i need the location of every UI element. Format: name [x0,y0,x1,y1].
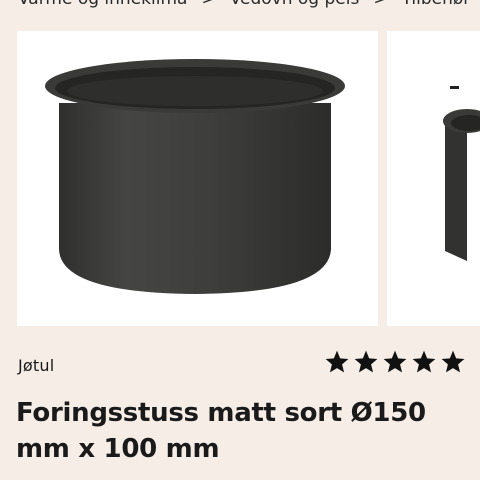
star-icon [325,350,349,373]
product-image-gallery[interactable] [17,31,480,326]
pipe-sleeve-image-partial [443,86,480,261]
star-icon [354,350,378,373]
breadcrumb-item-accessories[interactable]: Tilbehør [402,0,471,9]
star-icon [383,350,407,373]
product-image-next[interactable] [387,31,480,326]
star-icon [412,350,436,373]
product-brand[interactable]: Jøtul [18,356,54,375]
breadcrumb-separator: > [201,0,215,9]
breadcrumb-separator: > [373,0,387,9]
product-title: Foringsstuss matt sort Ø150 mm x 100 mm [16,398,426,464]
breadcrumb-item-stoves[interactable]: Vedovn og peis [230,0,360,9]
star-icon [441,350,465,373]
breadcrumb: Varme og inneklima > Vedovn og peis > Ti… [18,0,470,9]
breadcrumb-item-heating[interactable]: Varme og inneklima [18,0,187,9]
pipe-sleeve-image [45,59,345,294]
product-image-main[interactable] [17,31,378,326]
rating-stars[interactable] [324,349,466,375]
